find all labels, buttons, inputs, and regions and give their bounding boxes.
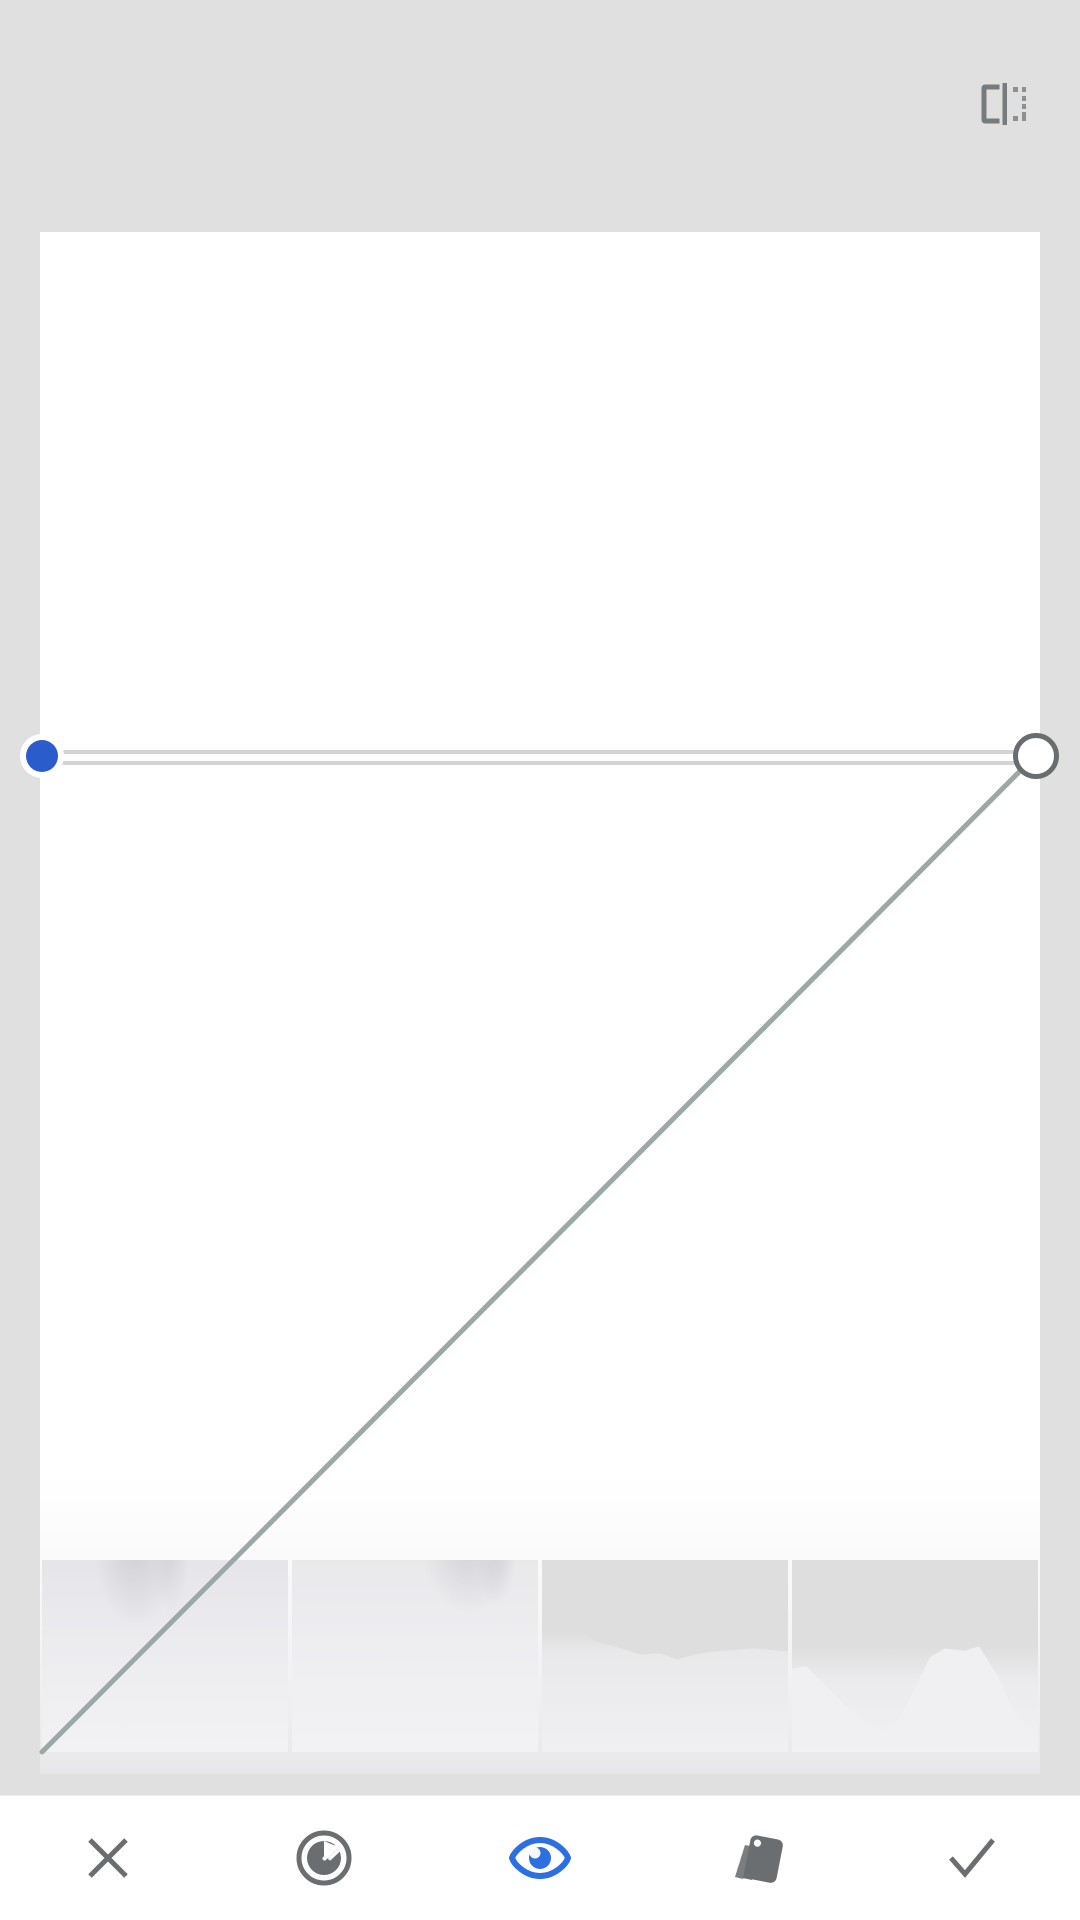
photo-image <box>40 232 1040 1774</box>
thumbnail-item[interactable] <box>42 1560 288 1752</box>
flip-horizontal-button[interactable] <box>962 62 1046 146</box>
close-icon <box>80 1830 136 1886</box>
thumbnail-image <box>792 1560 1038 1752</box>
thumbnail-item[interactable] <box>292 1560 538 1752</box>
thumbnail-ridge <box>542 1617 788 1660</box>
looks-button[interactable] <box>465 1796 615 1920</box>
bottom-toolbar <box>0 1795 1080 1920</box>
confirm-button[interactable] <box>897 1796 1047 1920</box>
cancel-button[interactable] <box>33 1796 183 1920</box>
thumbnail-item[interactable] <box>792 1560 1038 1752</box>
filters-icon <box>725 1827 787 1889</box>
thumbnail-item[interactable] <box>542 1560 788 1752</box>
thumbnail-strip <box>42 1560 1038 1752</box>
tune-button[interactable] <box>249 1796 399 1920</box>
top-bar <box>0 0 1080 232</box>
check-icon <box>942 1830 1002 1886</box>
filters-button[interactable] <box>681 1796 831 1920</box>
app-root <box>0 0 1080 1920</box>
thumbnail-ridge <box>792 1646 1038 1745</box>
tune-icon <box>294 1828 354 1888</box>
slider-handle-left[interactable] <box>20 734 64 778</box>
eye-icon <box>509 1832 571 1884</box>
slider-handle-right[interactable] <box>1013 733 1059 779</box>
slider-handle-left-dot <box>26 740 58 772</box>
thumbnail-image <box>292 1560 538 1752</box>
photo-canvas[interactable] <box>40 232 1040 1774</box>
thumbnail-image <box>42 1560 288 1752</box>
thumbnail-image <box>542 1560 788 1752</box>
flip-horizontal-icon <box>978 81 1030 127</box>
